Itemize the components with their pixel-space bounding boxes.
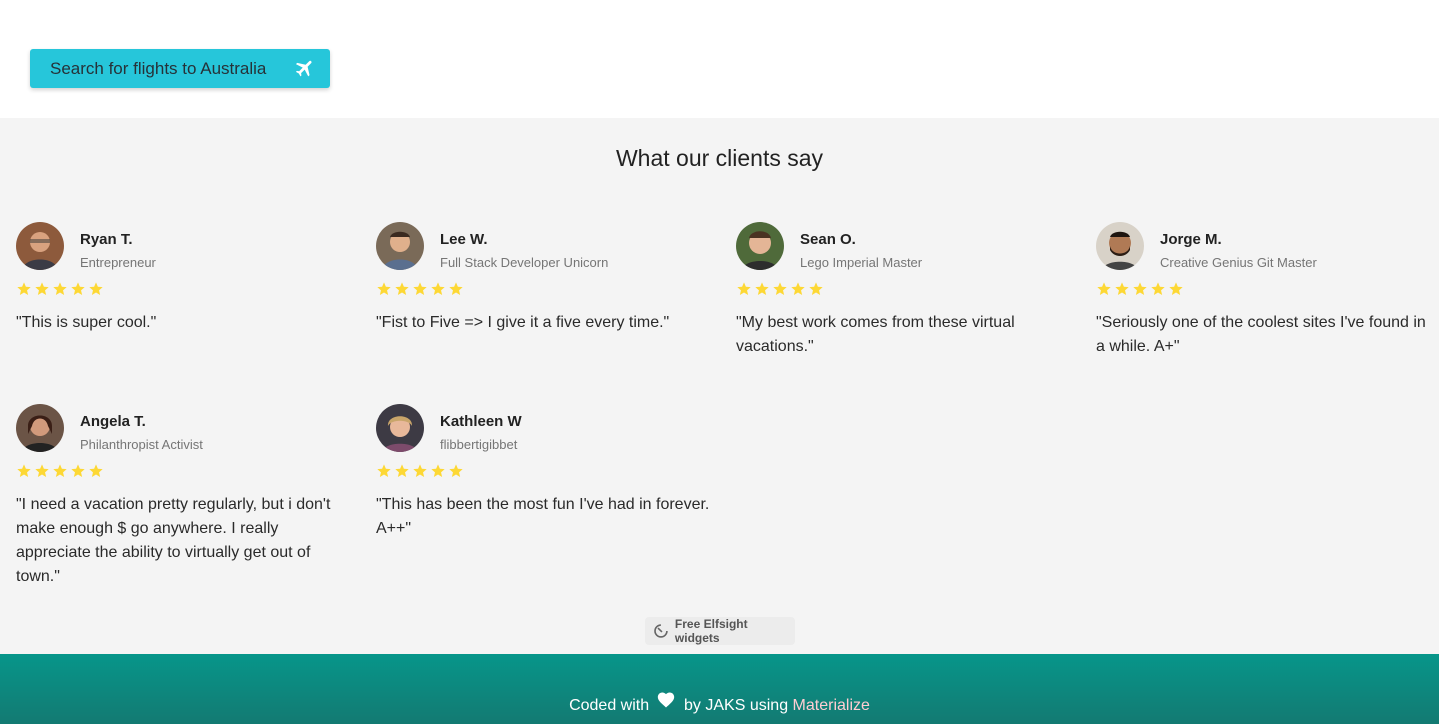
star-icon — [53, 464, 67, 477]
testimonials-heading: What our clients say — [615, 145, 824, 171]
reviewer-role: Philanthropist Activist — [80, 437, 203, 452]
star-icon — [35, 464, 49, 477]
star-icon — [17, 464, 31, 477]
reviewer-name: Lee W. — [440, 231, 488, 248]
reviewer-name: Angela T. — [80, 413, 146, 430]
avatar — [736, 222, 784, 270]
avatar — [16, 222, 64, 270]
review-text: "This is super cool." — [16, 314, 157, 331]
star-icon — [89, 282, 103, 295]
review-text: "Seriously one of the coolest sites I've… — [1096, 314, 1426, 355]
star-icon — [377, 282, 391, 295]
avatar — [1096, 222, 1144, 270]
star-icon — [1169, 282, 1183, 295]
reviewer-role: Lego Imperial Master — [800, 255, 923, 270]
star-icon — [431, 282, 445, 295]
materialize-link[interactable]: Materialize — [793, 697, 870, 714]
star-icon — [71, 464, 85, 477]
star-icon — [71, 282, 85, 295]
star-icon — [395, 464, 409, 477]
star-icon — [17, 282, 31, 295]
star-rating — [16, 281, 104, 297]
star-icon — [773, 282, 787, 295]
top-section: Search for flights to Australia — [0, 0, 1439, 118]
heart-icon — [657, 692, 674, 708]
star-icon — [35, 282, 49, 295]
reviewer-role: Full Stack Developer Unicorn — [440, 255, 609, 270]
footer-middle: by JAKS using — [684, 697, 789, 714]
star-icon — [449, 464, 463, 477]
elfsight-badge-label: Free Elfsight widgets — [674, 617, 748, 645]
star-icon — [413, 282, 427, 295]
star-icon — [809, 282, 823, 295]
reviewer-name: Jorge M. — [1160, 231, 1222, 248]
reviewer-role: flibbertigibbet — [440, 437, 518, 452]
testimonials-section: What our clients say Ryan T. Entrepreneu… — [0, 118, 1439, 654]
search-flights-button[interactable]: Search for flights to Australia — [30, 49, 330, 88]
star-icon — [449, 282, 463, 295]
star-rating — [736, 281, 824, 297]
elfsight-logo-icon — [654, 624, 668, 638]
avatar — [376, 222, 424, 270]
star-icon — [431, 464, 445, 477]
star-rating — [1096, 281, 1184, 297]
review-text: "My best work comes from these virtual v… — [736, 314, 1015, 355]
star-icon — [413, 464, 427, 477]
star-icon — [791, 282, 805, 295]
reviewer-name: Kathleen W — [440, 413, 522, 430]
elfsight-badge-link[interactable]: Free Elfsight widgets — [645, 617, 795, 645]
reviewer-role: Creative Genius Git Master — [1160, 255, 1317, 270]
star-rating — [376, 281, 464, 297]
star-rating — [16, 463, 104, 479]
star-icon — [395, 282, 409, 295]
star-icon — [1151, 282, 1165, 295]
star-icon — [737, 282, 751, 295]
review-text: "I need a vacation pretty regularly, but… — [16, 496, 331, 585]
star-icon — [89, 464, 103, 477]
star-icon — [377, 464, 391, 477]
airplane-icon — [295, 60, 312, 77]
footer: Coded with by JAKS using Materialize — [0, 654, 1439, 724]
reviewer-name: Sean O. — [800, 231, 856, 248]
review-text: "Fist to Five => I give it a five every … — [376, 314, 670, 331]
reviewer-role: Entrepreneur — [80, 255, 156, 270]
footer-credit: Coded with by JAKS using Materialize — [0, 690, 1439, 715]
reviewer-name: Ryan T. — [80, 231, 133, 248]
search-flights-label: Search for flights to Australia — [50, 58, 267, 78]
review-text: "This has been the most fun I've had in … — [376, 496, 710, 537]
star-icon — [53, 282, 67, 295]
star-icon — [1115, 282, 1129, 295]
star-rating — [376, 463, 464, 479]
footer-prefix: Coded with — [569, 697, 650, 714]
avatar — [16, 404, 64, 452]
star-icon — [755, 282, 769, 295]
star-icon — [1133, 282, 1147, 295]
avatar — [376, 404, 424, 452]
star-icon — [1097, 282, 1111, 295]
